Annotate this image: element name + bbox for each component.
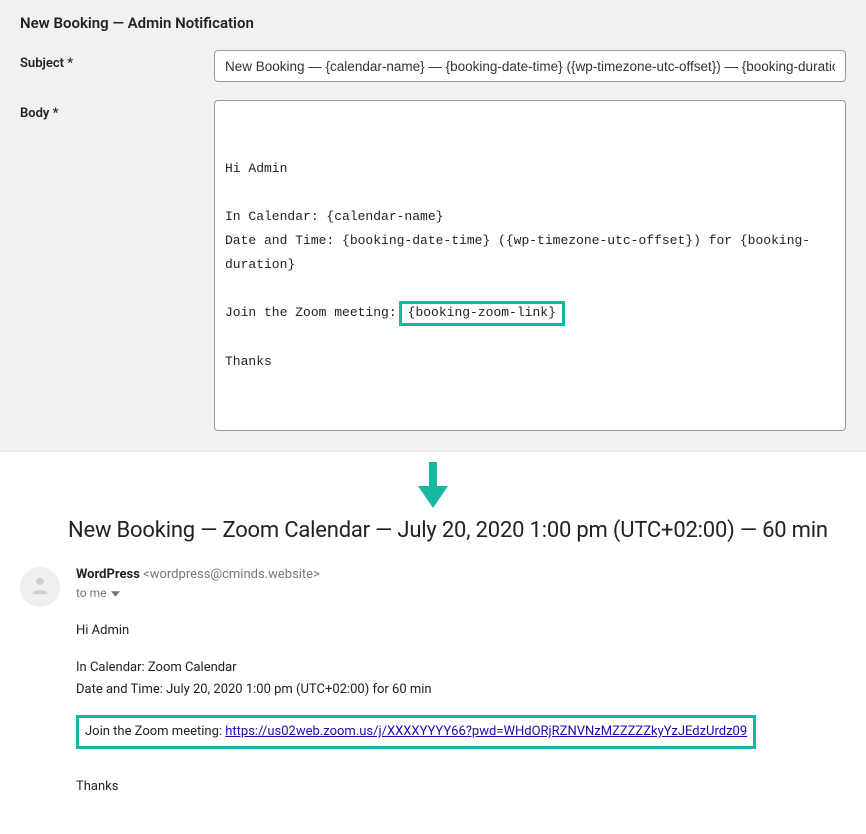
arrow-down-icon	[418, 493, 448, 512]
body-line-1: Hi Admin	[225, 161, 287, 176]
body-line-4-prefix: Join the Zoom meeting:	[225, 305, 397, 320]
email-datetime-line: Date and Time: July 20, 2020 1:00 pm (UT…	[76, 680, 846, 700]
zoom-line-highlight: Join the Zoom meeting: https://us02web.z…	[76, 715, 756, 749]
person-icon	[29, 574, 51, 600]
sender-line: WordPress <wordpress@cminds.website>	[76, 567, 320, 582]
body-row: Body * Hi Admin In Calendar: {calendar-n…	[20, 100, 846, 431]
body-textarea-wrap: Hi Admin In Calendar: {calendar-name} Da…	[214, 100, 846, 431]
email-header: WordPress <wordpress@cminds.website> to …	[20, 567, 846, 607]
settings-panel: New Booking — Admin Notification Subject…	[0, 0, 866, 452]
subject-row: Subject *	[20, 50, 846, 82]
subject-label: Subject *	[20, 50, 214, 71]
body-label: Body *	[20, 100, 214, 121]
chevron-down-icon	[111, 586, 120, 600]
email-body: Hi Admin In Calendar: Zoom Calendar Date…	[76, 621, 846, 797]
to-text: to me	[76, 586, 107, 600]
avatar	[20, 567, 60, 607]
body-line-2: In Calendar: {calendar-name}	[225, 209, 443, 224]
body-line-3: Date and Time: {booking-date-time} ({wp-…	[225, 233, 810, 272]
to-line[interactable]: to me	[76, 586, 120, 600]
body-content: Hi Admin In Calendar: {calendar-name} Da…	[225, 157, 835, 374]
subject-input[interactable]	[214, 50, 846, 82]
zoom-placeholder-highlight: {booking-zoom-link}	[399, 301, 565, 325]
subject-input-wrap	[214, 50, 846, 82]
sender-name: WordPress	[76, 567, 140, 582]
body-line-5: Thanks	[225, 354, 272, 369]
body-textarea[interactable]: Hi Admin In Calendar: {calendar-name} Da…	[214, 100, 846, 431]
zoom-prefix: Join the Zoom meeting:	[85, 724, 225, 739]
result-panel: New Booking — Zoom Calendar — July 20, 2…	[0, 518, 866, 834]
result-title: New Booking — Zoom Calendar — July 20, 2…	[68, 518, 846, 543]
arrow-row	[0, 452, 866, 518]
zoom-link[interactable]: https://us02web.zoom.us/j/XXXXYYYY66?pwd…	[225, 724, 747, 739]
sender-email: <wordpress@cminds.website>	[143, 567, 320, 582]
email-closing: Thanks	[76, 777, 846, 797]
settings-title: New Booking — Admin Notification	[20, 14, 846, 32]
sender-block: WordPress <wordpress@cminds.website> to …	[76, 567, 320, 601]
email-calendar-line: In Calendar: Zoom Calendar	[76, 658, 846, 678]
email-greeting: Hi Admin	[76, 621, 846, 641]
